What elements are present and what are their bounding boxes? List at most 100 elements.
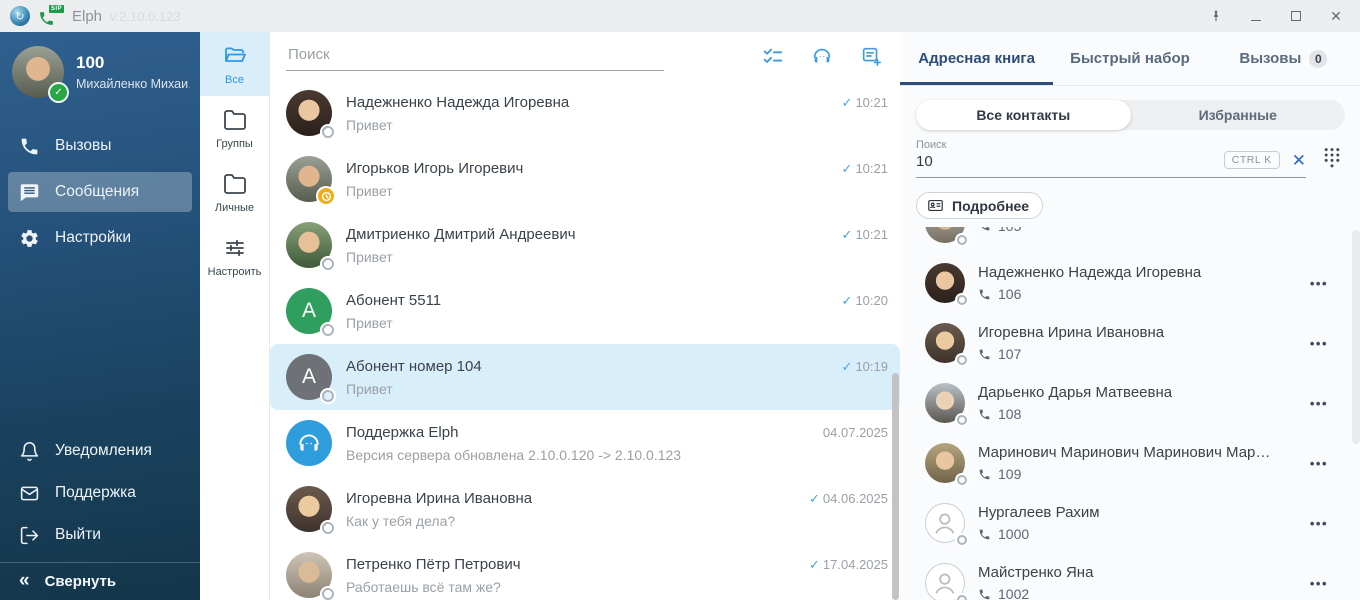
- app-title: Elph: [72, 7, 103, 25]
- chat-filter-rail: Все Группы Личные Настроить: [200, 32, 270, 600]
- chat-last-message: Привет: [346, 116, 393, 133]
- contact-menu-button[interactable]: •••: [1310, 276, 1328, 291]
- contact-number: 106: [998, 286, 1022, 302]
- chat-row[interactable]: А Абонент 5511 ✓ 10:20 Привет: [270, 278, 900, 344]
- contacts-search-box: Поиск CTRL K ✕: [916, 139, 1306, 178]
- calls-count-badge: 0: [1309, 49, 1328, 68]
- segment-all-contacts[interactable]: Все контакты: [916, 100, 1131, 130]
- details-button-label: Подробнее: [952, 197, 1030, 214]
- filter-label: Личные: [214, 202, 255, 214]
- filter-groups[interactable]: Группы: [200, 96, 269, 160]
- sidebar-item-notifications[interactable]: Уведомления: [8, 430, 192, 472]
- contact-menu-button[interactable]: •••: [1310, 336, 1328, 351]
- chat-row[interactable]: Петренко Пётр Петрович ✓ 17.04.2025 Работ…: [270, 542, 900, 600]
- chat-row[interactable]: Поддержка Elph 04.07.2025 Версия сервера…: [270, 410, 900, 476]
- status-offline-badge: [957, 415, 967, 425]
- sidebar-item-messages[interactable]: Сообщения: [8, 172, 192, 212]
- chat-row[interactable]: Дмитриенко Дмитрий Андреевич ✓ 10:21 Прив…: [270, 212, 900, 278]
- collapse-label: Свернуть: [44, 573, 117, 590]
- status-offline-badge: [322, 390, 334, 402]
- status-offline-badge: [322, 588, 334, 600]
- contact-number: 109: [998, 466, 1022, 482]
- headset-icon: [299, 434, 319, 451]
- contact-number: 108: [998, 406, 1022, 422]
- contact-row[interactable]: Дарьенко Дарья Матвеевна 108 •••: [925, 373, 1360, 433]
- sip-label: SIP: [48, 5, 64, 13]
- sidebar-item-settings[interactable]: Настройки: [8, 218, 192, 258]
- logout-icon: [20, 526, 39, 544]
- gear-icon: [21, 229, 38, 247]
- phone-icon: [979, 589, 990, 599]
- contact-list-scrollbar[interactable]: [1352, 230, 1360, 444]
- chat-time: 10:20: [855, 293, 888, 308]
- chat-name: Игоревна Ирина Ивановна: [346, 489, 533, 507]
- details-button[interactable]: Подробнее: [916, 192, 1044, 219]
- user-profile[interactable]: ✓ 100 Михайленко Михаи…: [0, 32, 200, 114]
- new-chat-icon[interactable]: [860, 45, 882, 67]
- close-button[interactable]: ✕: [1328, 8, 1344, 24]
- chat-row[interactable]: Игорьков Игорь Игоревич ✓ 10:21 Привет: [270, 146, 900, 212]
- app-version: v.2.10.0.123: [110, 8, 181, 24]
- contacts-search-input[interactable]: [916, 153, 1150, 170]
- shortcut-hint: CTRL K: [1223, 151, 1280, 169]
- filter-all[interactable]: Все: [200, 32, 269, 96]
- tab-calls[interactable]: Вызовы 0: [1207, 32, 1360, 85]
- folder-icon: [223, 174, 246, 194]
- contact-row[interactable]: Маринович Маринович Маринович Мар… 109 •…: [925, 433, 1360, 493]
- support-icon[interactable]: [811, 45, 833, 67]
- search-label: Поиск: [916, 139, 947, 151]
- filter-configure[interactable]: Настроить: [200, 224, 269, 288]
- dialpad-icon: [1324, 148, 1340, 168]
- segment-favorites[interactable]: Избранные: [1131, 100, 1346, 130]
- contact-row[interactable]: 105: [925, 227, 1360, 253]
- tab-speed-dial[interactable]: Быстрый набор: [1053, 32, 1206, 85]
- person-icon: [935, 573, 955, 594]
- phone-icon: [979, 349, 990, 359]
- filter-personal[interactable]: Личные: [200, 160, 269, 224]
- contact-name: Майстренко Яна: [978, 564, 1094, 581]
- contact-menu-button[interactable]: •••: [1310, 516, 1328, 531]
- user-avatar: ✓: [12, 46, 67, 101]
- pin-button[interactable]: [1208, 8, 1224, 24]
- app-window: ↻ SIP Elph v.2.10.0.123 ✕ ✓ 100 Михайлен…: [0, 0, 1360, 600]
- chat-search-input[interactable]: [286, 41, 664, 71]
- clear-search-icon[interactable]: ✕: [1292, 152, 1306, 169]
- sip-phone-icon: SIP: [38, 5, 64, 27]
- select-chats-icon[interactable]: [762, 45, 784, 67]
- chat-list-panel: Надежненко Надежда Игоревна ✓10:21 Приве…: [270, 32, 900, 600]
- maximize-icon: [1291, 11, 1301, 21]
- sidebar-item-logout[interactable]: Выйти: [8, 514, 192, 556]
- sidebar-item-support[interactable]: Поддержка: [8, 472, 192, 514]
- contact-row[interactable]: Игоревна Ирина Ивановна 107 •••: [925, 313, 1360, 373]
- chat-name: Петренко Пётр Петрович: [346, 555, 521, 573]
- dialpad-button[interactable]: [1322, 146, 1342, 174]
- collapse-sidebar-button[interactable]: « Свернуть: [0, 562, 200, 600]
- chat-time: 04.06.2025: [822, 491, 888, 506]
- contact-row[interactable]: Надежненко Надежда Игоревна 106 •••: [925, 253, 1360, 313]
- read-check-icon: ✓: [809, 490, 820, 506]
- minimize-button[interactable]: [1248, 8, 1264, 24]
- contact-row[interactable]: Майстренко Яна 1002 •••: [925, 553, 1360, 600]
- read-check-icon: ✓: [841, 160, 853, 176]
- chat-last-message: Версия сервера обновлена 2.10.0.120 -> 2…: [346, 446, 682, 463]
- contact-menu-button[interactable]: •••: [1310, 576, 1328, 591]
- sidebar-item-label: Поддержка: [55, 484, 136, 501]
- user-number: 100: [76, 53, 105, 72]
- chat-list-scrollbar[interactable]: [892, 373, 899, 600]
- contact-row[interactable]: Нургалеев Рахим 1000 •••: [925, 493, 1360, 553]
- maximize-button[interactable]: [1288, 8, 1304, 24]
- tab-address-book[interactable]: Адресная книга: [900, 32, 1053, 85]
- segment-label: Избранные: [1198, 107, 1277, 123]
- pin-icon: [1213, 10, 1219, 22]
- sidebar-item-calls[interactable]: Вызовы: [8, 126, 192, 166]
- read-check-icon: ✓: [841, 292, 853, 308]
- chat-row-selected[interactable]: А Абонент номер 104 ✓ 10:19 Привет: [270, 344, 900, 410]
- status-offline-badge: [322, 258, 334, 270]
- chat-row[interactable]: Надежненко Надежда Игоревна ✓ 10:21 Приве…: [270, 80, 900, 146]
- contact-menu-button[interactable]: •••: [1310, 456, 1328, 471]
- chat-time: 04.07.2025: [822, 424, 888, 440]
- chat-time: 10:21: [855, 95, 888, 110]
- contact-menu-button[interactable]: •••: [1310, 396, 1328, 411]
- chat-row[interactable]: Игоревна Ирина Ивановна ✓ 04.06.2025 Как …: [270, 476, 900, 542]
- sidebar-item-label: Сообщения: [55, 183, 140, 200]
